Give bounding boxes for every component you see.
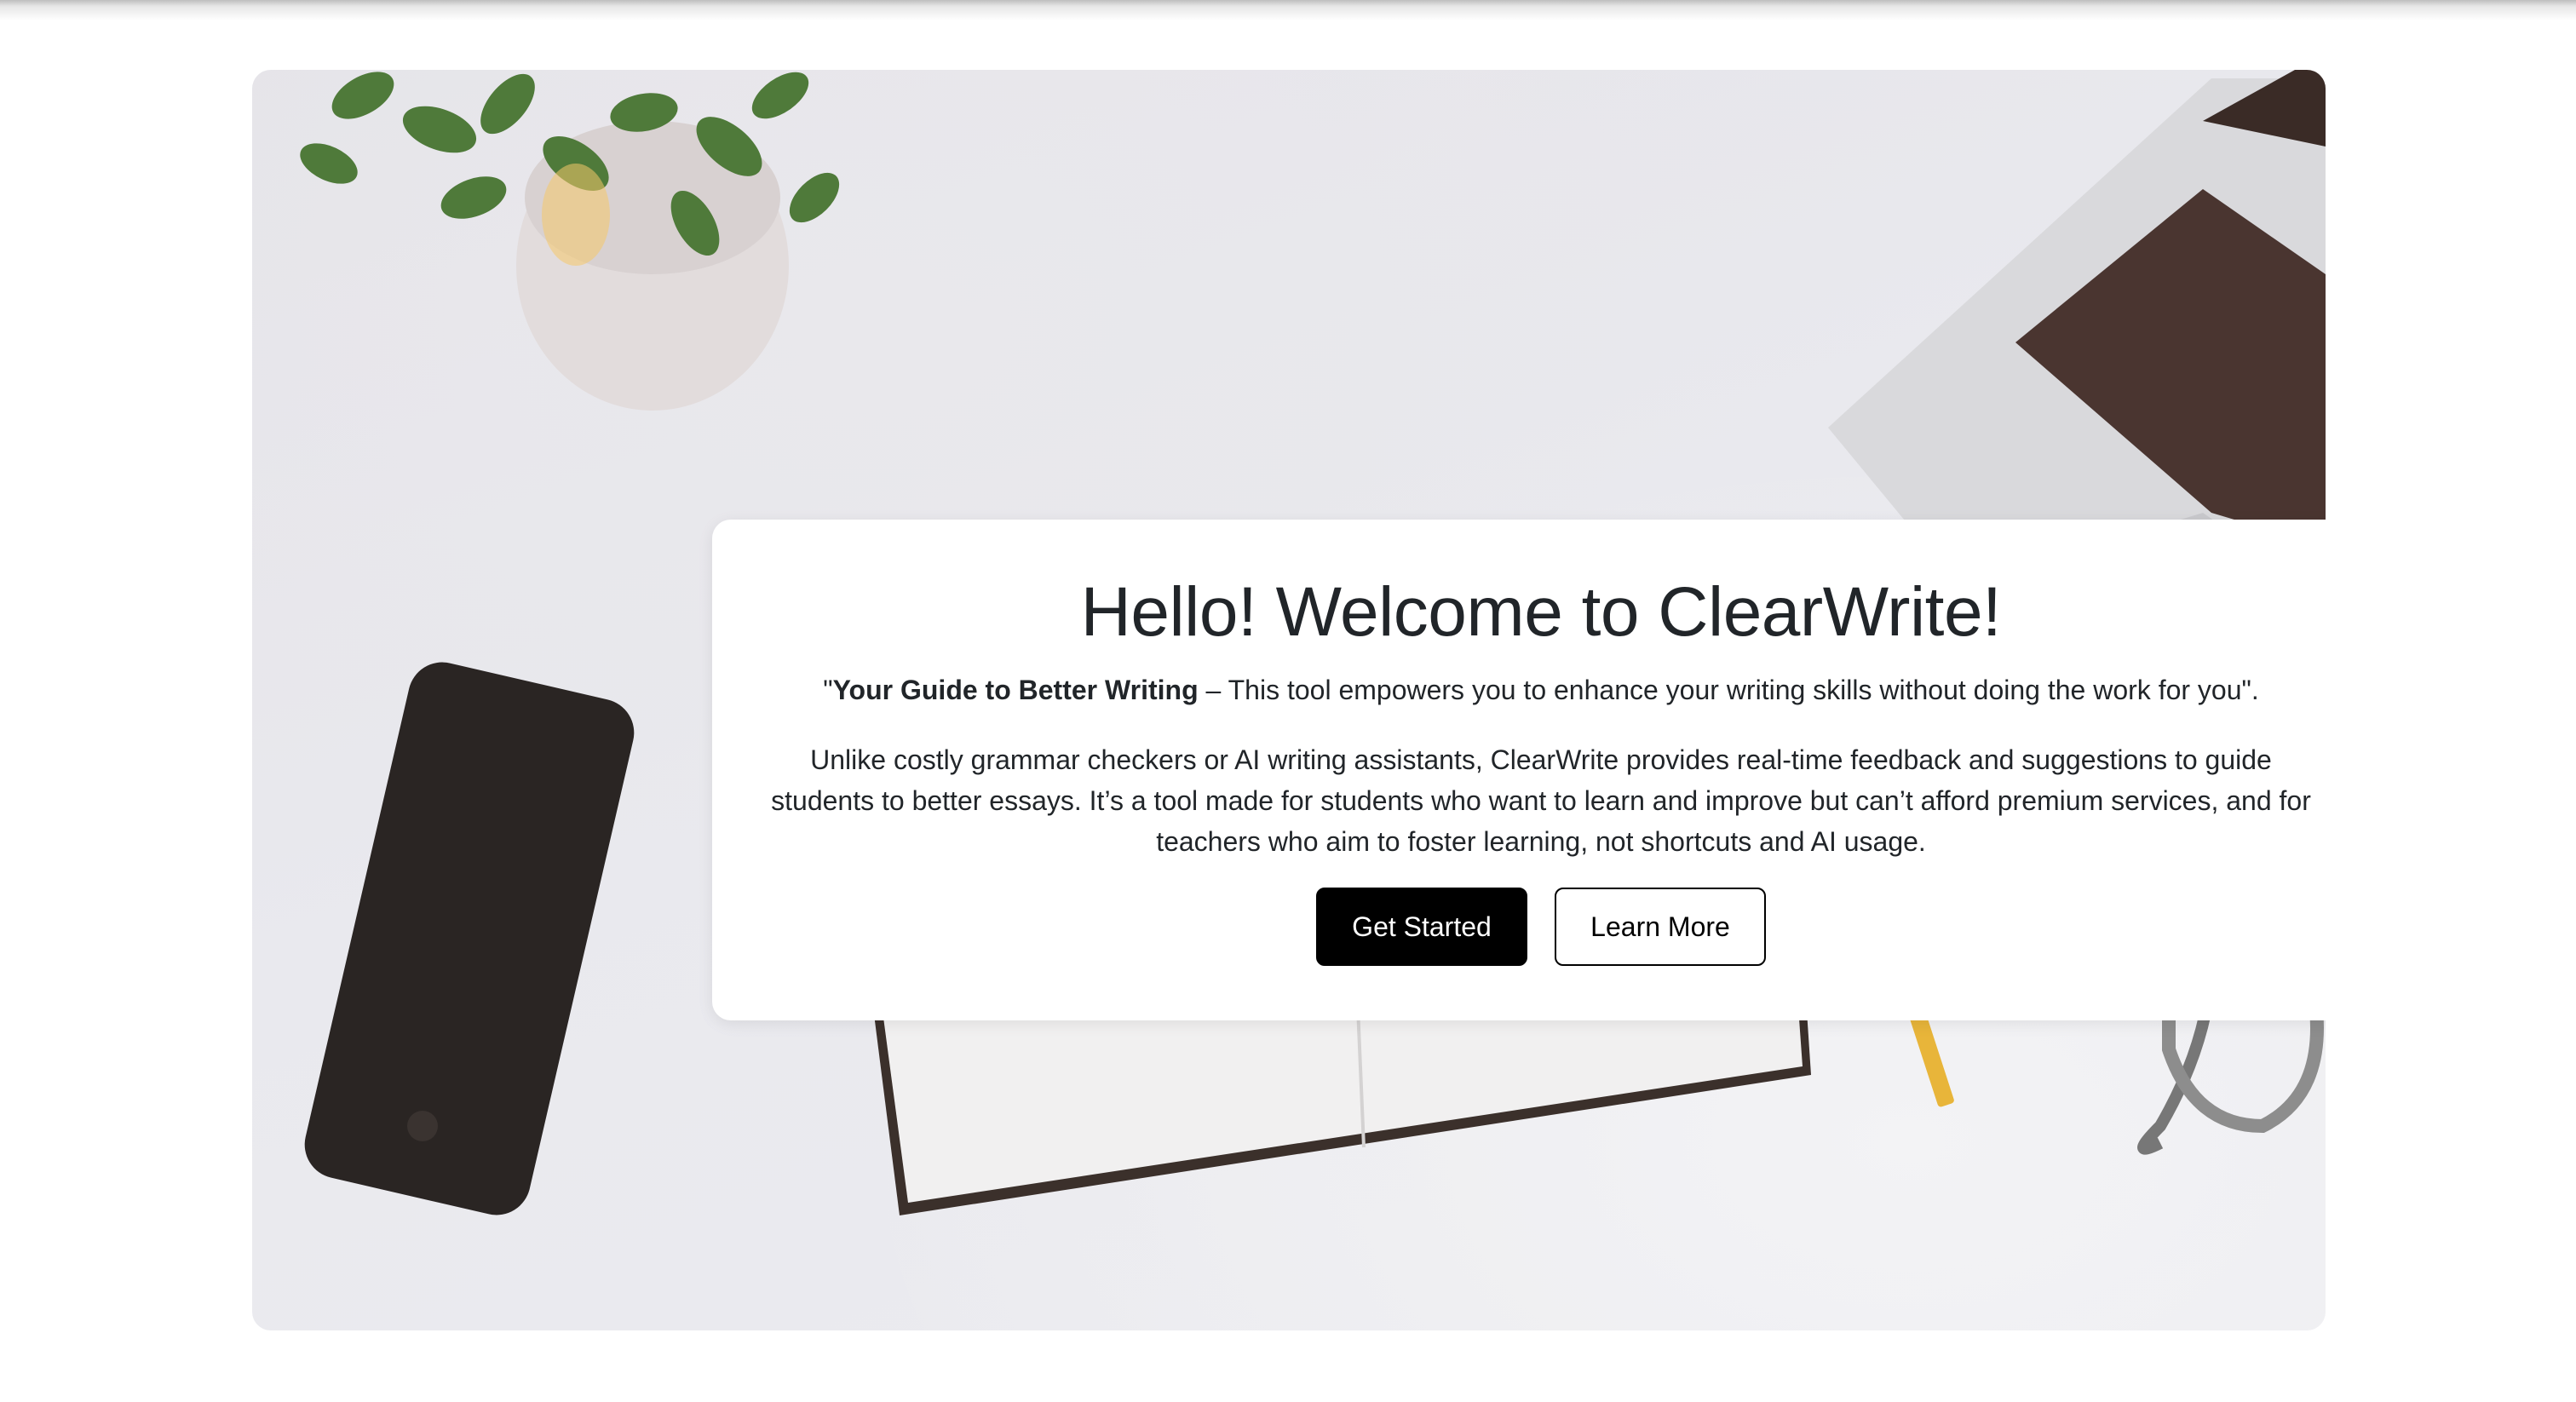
cta-button-row: Get Started Learn More (712, 888, 2326, 966)
tagline-rest: – This tool empowers you to enhance your… (1198, 675, 2259, 705)
hero-section: Hello! Welcome to ClearWrite! "Your Guid… (252, 70, 2326, 1330)
phone-icon (304, 662, 635, 1215)
browser-top-shadow (0, 0, 2576, 20)
welcome-card: Hello! Welcome to ClearWrite! "Your Guid… (712, 520, 2326, 1020)
plant-icon (300, 72, 840, 411)
tagline-open-quote: " (823, 675, 833, 705)
description-text: Unlike costly grammar checkers or AI wri… (771, 744, 2311, 857)
tagline-bold: Your Guide to Better Writing (832, 675, 1199, 705)
get-started-button[interactable]: Get Started (1316, 888, 1527, 966)
page-title: Hello! Welcome to ClearWrite! (1080, 573, 2002, 651)
learn-more-button[interactable]: Learn More (1555, 888, 1766, 966)
tagline: "Your Guide to Better Writing – This too… (712, 673, 2326, 709)
